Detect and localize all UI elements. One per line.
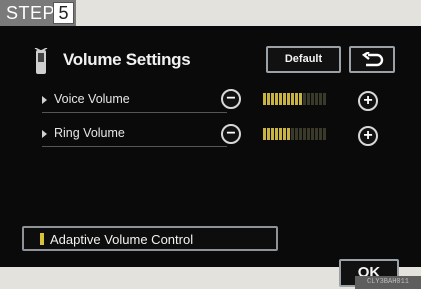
ring-volume-level-bar	[263, 128, 326, 140]
level-segment	[307, 128, 310, 140]
level-segment	[271, 128, 274, 140]
level-segment	[323, 128, 326, 140]
level-segment	[315, 128, 318, 140]
voice-volume-label: Voice Volume	[54, 92, 130, 106]
ring-volume-label: Ring Volume	[54, 126, 125, 140]
level-segment	[275, 128, 278, 140]
level-segment	[271, 93, 274, 105]
level-segment	[319, 128, 322, 140]
page-title: Volume Settings	[63, 50, 191, 69]
level-segment	[283, 128, 286, 140]
back-button[interactable]	[349, 46, 395, 73]
ring-volume-increase-button[interactable]: +	[358, 126, 378, 146]
level-segment	[287, 128, 290, 140]
level-segment	[283, 93, 286, 105]
voice-volume-level-bar	[263, 93, 326, 105]
level-segment	[295, 128, 298, 140]
default-button[interactable]: Default	[266, 46, 341, 73]
level-segment	[263, 93, 266, 105]
level-segment	[299, 128, 302, 140]
level-segment	[263, 128, 266, 140]
level-segment	[311, 128, 314, 140]
ring-volume-divider	[42, 146, 227, 147]
level-segment	[295, 93, 298, 105]
level-segment	[319, 93, 322, 105]
step-number: 5	[53, 2, 74, 24]
voice-volume-decrease-button[interactable]: −	[221, 89, 241, 109]
voice-volume-increase-button[interactable]: +	[358, 91, 378, 111]
ring-volume-decrease-button[interactable]: −	[221, 124, 241, 144]
level-segment	[291, 128, 294, 140]
adaptive-volume-control-label: Adaptive Volume Control	[50, 232, 194, 247]
level-segment	[315, 93, 318, 105]
level-segment	[311, 93, 314, 105]
level-segment	[279, 93, 282, 105]
level-segment	[303, 128, 306, 140]
level-segment	[267, 93, 270, 105]
step-label: STEP 5	[0, 0, 76, 26]
level-segment	[287, 93, 290, 105]
adaptive-volume-control-button[interactable]: Adaptive Volume Control	[22, 226, 278, 251]
level-segment	[267, 128, 270, 140]
step-text: STEP	[6, 3, 56, 23]
return-arrow-icon	[362, 52, 384, 67]
level-segment	[323, 93, 326, 105]
level-segment	[299, 93, 302, 105]
level-segment	[291, 93, 294, 105]
adaptive-indicator	[40, 233, 44, 245]
phone-settings-icon	[33, 47, 49, 76]
voice-volume-divider	[42, 112, 227, 113]
image-code: CLY3BAH011	[355, 276, 421, 289]
volume-settings-screen: Volume Settings Default Voice Volume − +…	[0, 26, 421, 287]
ring-volume-bullet	[42, 130, 47, 138]
level-segment	[307, 93, 310, 105]
voice-volume-bullet	[42, 96, 47, 104]
level-segment	[279, 128, 282, 140]
level-segment	[275, 93, 278, 105]
level-segment	[303, 93, 306, 105]
